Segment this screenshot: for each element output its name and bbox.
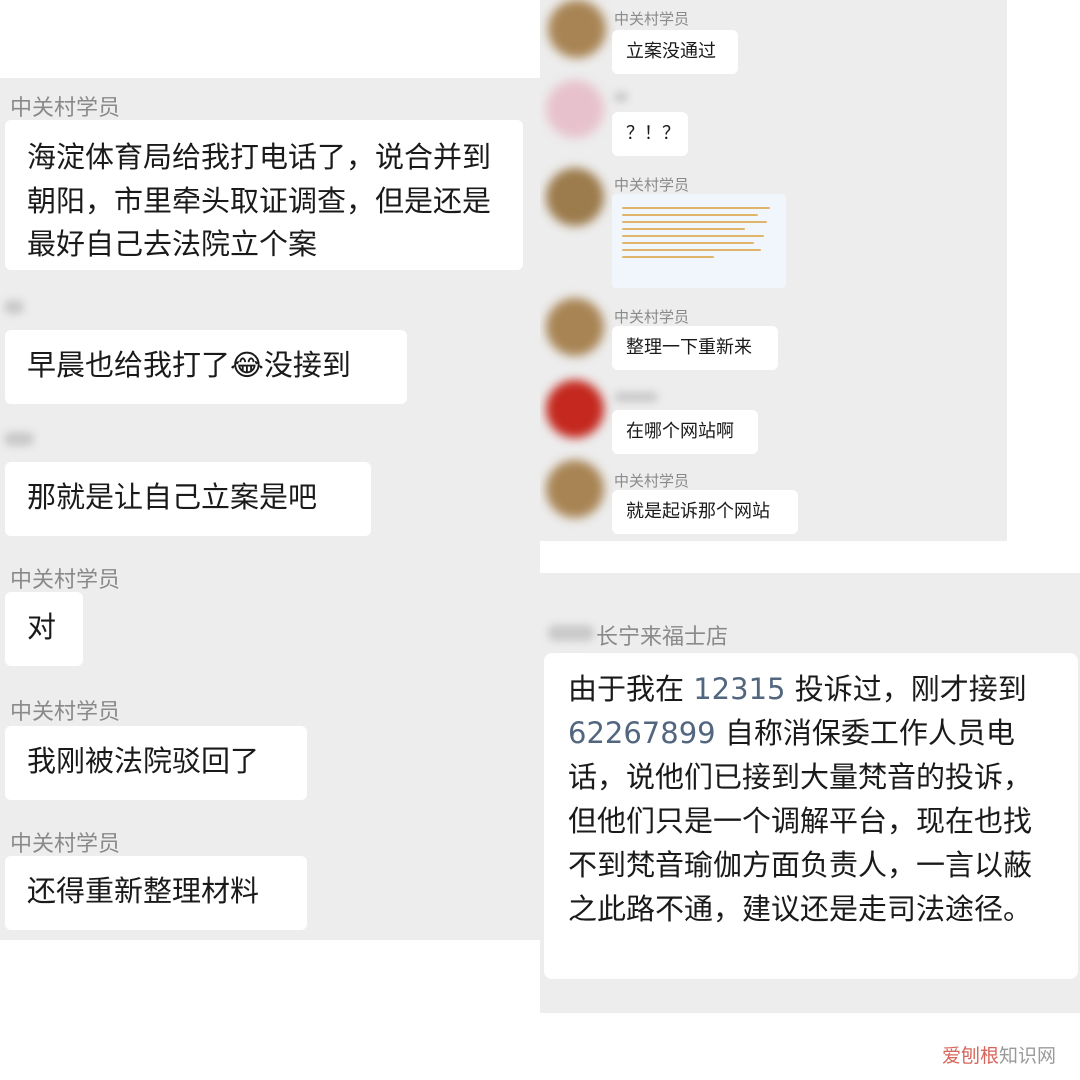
blurred-sender-name	[614, 92, 628, 102]
message-bubble[interactable]: 我刚被法院驳回了	[5, 726, 307, 800]
message-text: 对	[27, 610, 57, 644]
blurred-sender-name	[4, 300, 24, 314]
message-bubble[interactable]: 海淀体育局给我打电话了，说合并到朝阳，市里牵头取证调查，但是还是最好自己去法院立…	[5, 120, 523, 270]
watermark-suffix: 知识网	[998, 1045, 1056, 1067]
message-text: 投诉过，刚才接到	[785, 672, 1027, 706]
message-text: 没接到	[263, 348, 351, 382]
message-bubble[interactable]: 早晨也给我打了😂没接到	[5, 330, 407, 404]
sender-name: 中关村学员	[614, 176, 690, 194]
blurred-sender-name	[4, 432, 34, 446]
message-bubble[interactable]: 立案没通过	[612, 30, 738, 74]
sender-name: 中关村学员	[10, 96, 121, 121]
sender-name: 长宁来福士店	[596, 625, 729, 650]
highlighted-number-link[interactable]: 12315	[693, 672, 785, 706]
blurred-sender-name	[614, 392, 658, 402]
message-text: 整理一下重新来	[626, 337, 752, 358]
message-bubble[interactable]: 由于我在 12315 投诉过，刚才接到 62267899 自称消保委工作人员电话…	[544, 653, 1078, 979]
message-text: 那就是让自己立案是吧	[27, 480, 318, 514]
message-text: ？！？	[626, 123, 680, 144]
blurred-document-text	[622, 207, 776, 258]
left-chat-panel: 中关村学员 海淀体育局给我打电话了，说合并到朝阳，市里牵头取证调查，但是还是最好…	[0, 78, 540, 940]
site-watermark: 爱刨根知识网	[942, 1041, 1056, 1068]
message-bubble[interactable]: 那就是让自己立案是吧	[5, 462, 371, 536]
blurred-avatar	[548, 0, 606, 58]
message-text: 立案没通过	[626, 41, 716, 62]
message-text: 还得重新整理材料	[27, 874, 260, 908]
message-text: 我刚被法院驳回了	[27, 744, 260, 778]
highlighted-number-link[interactable]: 62267899	[568, 716, 716, 750]
blurred-avatar	[546, 168, 604, 226]
message-text: 在哪个网站啊	[626, 421, 734, 442]
sender-name: 中关村学员	[10, 832, 121, 857]
blurred-avatar	[546, 460, 604, 518]
right-bottom-chat-panel: 长宁来福士店 由于我在 12315 投诉过，刚才接到 62267899 自称消保…	[540, 573, 1080, 1013]
message-text: 就是起诉那个网站	[626, 501, 770, 522]
blurred-sender-name	[548, 625, 594, 641]
sender-name: 中关村学员	[10, 568, 121, 593]
blurred-avatar	[546, 80, 604, 138]
sender-name: 中关村学员	[614, 472, 690, 490]
sender-name: 中关村学员	[614, 308, 690, 326]
message-bubble[interactable]: ？！？	[612, 112, 688, 156]
blurred-avatar	[546, 298, 604, 356]
message-bubble[interactable]: 整理一下重新来	[612, 326, 778, 370]
sender-name: 中关村学员	[10, 700, 121, 725]
message-bubble[interactable]: 就是起诉那个网站	[612, 490, 798, 534]
document-image-attachment[interactable]	[612, 194, 786, 288]
watermark-brand: 爱刨根	[941, 1045, 999, 1067]
message-text: 早晨也给我打了	[27, 348, 231, 382]
laughing-tears-emoji-icon: 😂	[230, 348, 264, 382]
blurred-avatar	[546, 380, 604, 438]
message-bubble[interactable]: 在哪个网站啊	[612, 410, 758, 454]
sender-name: 中关村学员	[614, 10, 690, 28]
message-bubble[interactable]: 对	[5, 592, 83, 666]
right-top-chat-panel: 中关村学员 立案没通过 ？！？ 中关村学员 中关村学员 整理一下重新来 在哪个网…	[540, 0, 1007, 541]
message-text: 由于我在	[568, 672, 694, 706]
message-bubble[interactable]: 还得重新整理材料	[5, 856, 307, 930]
message-text: 海淀体育局给我打电话了，说合并到朝阳，市里牵头取证调查，但是还是最好自己去法院立…	[27, 140, 492, 261]
